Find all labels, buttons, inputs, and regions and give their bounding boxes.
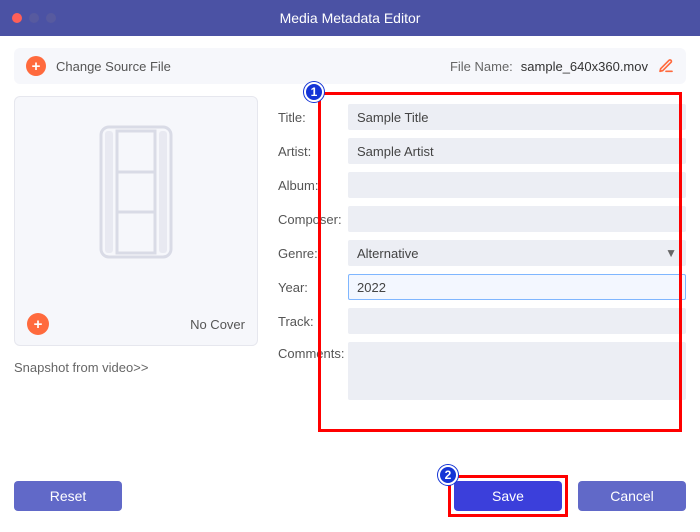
composer-label: Composer: — [278, 212, 348, 227]
composer-input[interactable] — [348, 206, 686, 232]
edit-filename-icon[interactable] — [658, 58, 674, 74]
track-label: Track: — [278, 314, 348, 329]
save-button[interactable]: Save — [454, 481, 562, 511]
row-album: Album: — [278, 172, 686, 198]
album-label: Album: — [278, 178, 348, 193]
annotation-badge-1: 1 — [304, 82, 324, 102]
content-area: + Change Source File File Name: sample_6… — [0, 36, 700, 474]
title-label: Title: — [278, 110, 348, 125]
no-cover-label: No Cover — [190, 317, 245, 332]
row-composer: Composer: — [278, 206, 686, 232]
form-column: 1 Title: Sample Title Artist: Sample Art… — [278, 96, 686, 474]
track-input[interactable] — [348, 308, 686, 334]
top-row: + Change Source File File Name: sample_6… — [14, 48, 686, 84]
album-input[interactable] — [348, 172, 686, 198]
title-input[interactable]: Sample Title — [348, 104, 686, 130]
snapshot-from-video-link[interactable]: Snapshot from video>> — [14, 360, 258, 375]
artist-input[interactable]: Sample Artist — [348, 138, 686, 164]
cover-card: + No Cover — [14, 96, 258, 346]
comments-label: Comments: — [278, 342, 348, 361]
film-placeholder-icon — [81, 117, 191, 267]
metadata-editor-window: Media Metadata Editor + Change Source Fi… — [0, 0, 700, 532]
year-label: Year: — [278, 280, 348, 295]
cancel-button[interactable]: Cancel — [578, 481, 686, 511]
cover-column: + No Cover Snapshot from video>> — [14, 96, 278, 474]
genre-value: Alternative — [357, 246, 418, 261]
year-input[interactable]: 2022 — [348, 274, 686, 300]
artist-label: Artist: — [278, 144, 348, 159]
annotation-badge-2: 2 — [438, 465, 458, 485]
row-artist: Artist: Sample Artist — [278, 138, 686, 164]
comments-textarea[interactable] — [348, 342, 686, 400]
filename-label: File Name: — [450, 59, 513, 74]
row-track: Track: — [278, 308, 686, 334]
filename-value: sample_640x360.mov — [521, 59, 648, 74]
main-area: + No Cover Snapshot from video>> 1 Title… — [14, 96, 686, 474]
row-year: Year: 2022 — [278, 274, 686, 300]
chevron-down-icon: ▼ — [665, 246, 677, 260]
row-title: Title: Sample Title — [278, 104, 686, 130]
add-cover-button[interactable]: + — [27, 313, 49, 335]
titlebar: Media Metadata Editor — [0, 0, 700, 36]
metadata-form: Title: Sample Title Artist: Sample Artis… — [278, 96, 686, 400]
save-button-wrap: 2 Save — [454, 481, 562, 511]
row-genre: Genre: Alternative ▼ — [278, 240, 686, 266]
row-comments: Comments: — [278, 342, 686, 400]
genre-label: Genre: — [278, 246, 348, 261]
bottom-bar: Reset 2 Save Cancel — [0, 474, 700, 532]
plus-icon[interactable]: + — [26, 56, 46, 76]
reset-button[interactable]: Reset — [14, 481, 122, 511]
cover-footer: + No Cover — [27, 313, 245, 335]
window-title: Media Metadata Editor — [0, 10, 700, 26]
genre-select[interactable]: Alternative ▼ — [348, 240, 686, 266]
change-source-button[interactable]: Change Source File — [56, 59, 171, 74]
